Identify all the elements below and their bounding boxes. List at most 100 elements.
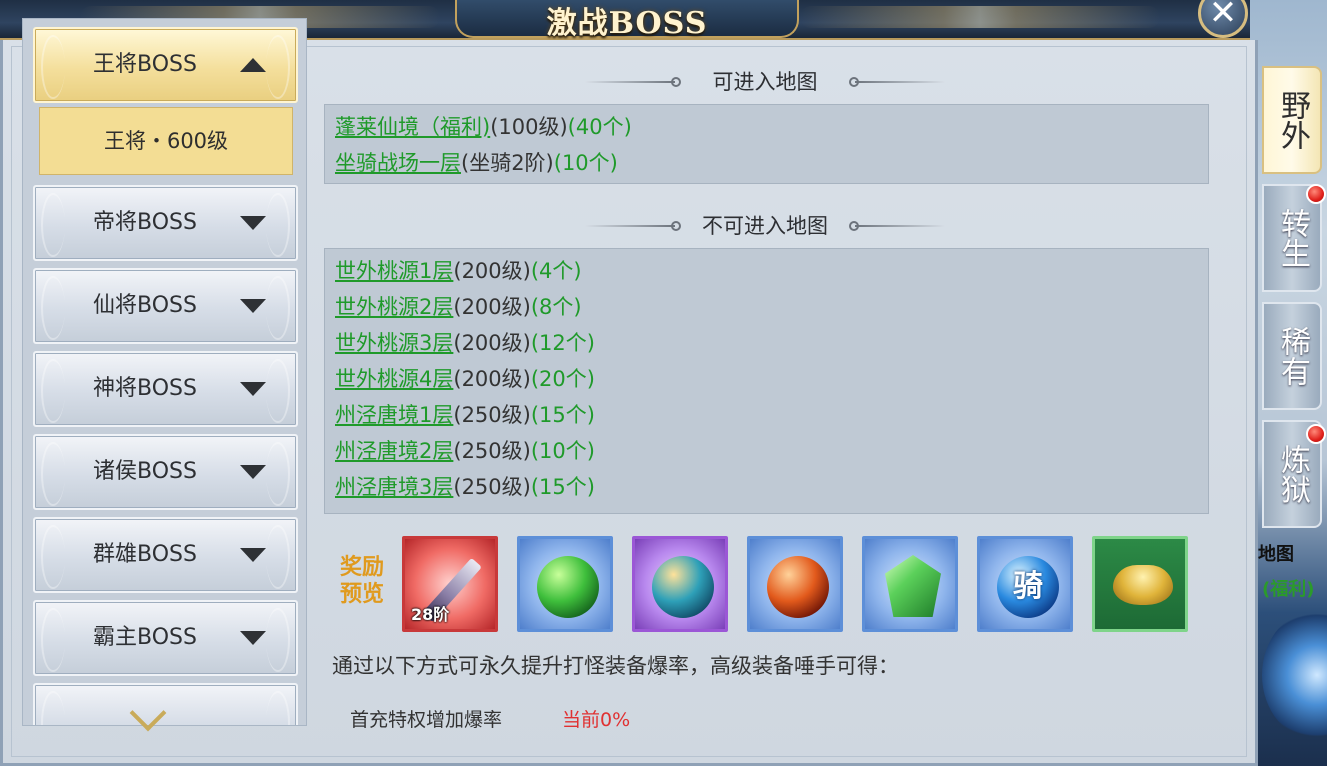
- menu-item-shenjiang-boss[interactable]: 神将BOSS: [33, 351, 298, 427]
- menu-decoration: [266, 442, 290, 506]
- menu-item-bazhu-boss[interactable]: 霸主BOSS: [33, 600, 298, 676]
- map-level: (坐骑2阶): [461, 151, 554, 175]
- fire-orb-icon: [767, 556, 829, 618]
- map-row: 世外桃源2层(200级)(8个): [325, 289, 1208, 325]
- accessible-maps-title: 可进入地图: [712, 70, 818, 94]
- menu-item-label: 神将BOSS: [93, 376, 197, 401]
- reward-slot-teal-orb[interactable]: [632, 536, 728, 632]
- map-row: 世外桃源4层(200级)(20个): [325, 361, 1208, 397]
- inaccessible-maps-title: 不可进入地图: [702, 214, 828, 238]
- map-boss-count: (10个): [530, 439, 595, 463]
- menu-item-qunxiong-boss[interactable]: 群雄BOSS: [33, 517, 298, 593]
- accessible-maps-heading: 可进入地图: [585, 67, 945, 97]
- menu-item-label: 群雄BOSS: [93, 542, 197, 567]
- menu-decoration: [41, 691, 65, 725]
- menu-decoration: [266, 359, 290, 423]
- reward-slot-sword[interactable]: 28阶: [402, 536, 498, 632]
- map-link[interactable]: 州泾唐境1层: [335, 403, 453, 427]
- expand-arrow-icon: [240, 465, 266, 479]
- inaccessible-maps-heading: 不可进入地图: [585, 211, 945, 241]
- first-recharge-privilege-label: 首充特权增加爆率: [350, 709, 503, 731]
- reward-slot-green-orb[interactable]: [517, 536, 613, 632]
- green-orb-icon: [537, 556, 599, 618]
- reward-preview-label: 奖励 预览: [332, 554, 392, 608]
- menu-decoration: [266, 608, 290, 672]
- map-row: 蓬莱仙境（福利)(100级)(40个): [325, 109, 1208, 145]
- menu-decoration: [266, 35, 290, 99]
- teal-orb-icon: [652, 556, 714, 618]
- inaccessible-maps-list[interactable]: 世外桃源1层(200级)(4个) 世外桃源2层(200级)(8个) 世外桃源3层…: [324, 248, 1209, 514]
- expand-arrow-icon: [240, 548, 266, 562]
- reward-label-line2: 预览: [339, 582, 384, 607]
- map-level: (250级): [453, 475, 531, 499]
- expand-arrow-icon: [240, 631, 266, 645]
- boss-category-list[interactable]: 王将BOSS 王将・600级 帝将BOSS 仙将BOSS 神将BOSS 诸侯BO…: [22, 18, 307, 726]
- menu-item-label: 霸主BOSS: [93, 625, 197, 650]
- accessible-maps-list: 蓬莱仙境（福利)(100级)(40个) 坐骑战场一层(坐骑2阶)(10个): [324, 104, 1209, 184]
- window-title: 激战BOSS: [546, 6, 708, 41]
- collapse-arrow-icon: [240, 58, 266, 72]
- map-link[interactable]: 世外桃源2层: [335, 295, 453, 319]
- menu-decoration: [266, 276, 290, 340]
- map-row: 世外桃源1层(200级)(4个): [325, 253, 1208, 289]
- reward-slot-mount-orb[interactable]: 骑: [977, 536, 1073, 632]
- tab-wild[interactable]: 野外: [1262, 66, 1322, 174]
- map-row: 世外桃源3层(200级)(12个): [325, 325, 1208, 361]
- heading-divider-left: [585, 225, 675, 227]
- heading-divider-left: [585, 81, 675, 83]
- menu-decoration: [266, 691, 290, 725]
- map-level: (250级): [453, 439, 531, 463]
- menu-item-partial[interactable]: [33, 683, 298, 725]
- expand-arrow-icon: [240, 216, 266, 230]
- heading-divider-right: [855, 81, 945, 83]
- map-boss-count: (10个): [553, 151, 618, 175]
- map-level: (200级): [453, 295, 531, 319]
- map-link[interactable]: 州泾唐境2层: [335, 439, 453, 463]
- map-boss-count: (4个): [530, 259, 582, 283]
- map-level: (200级): [453, 331, 531, 355]
- notification-badge: [1306, 424, 1326, 444]
- mount-orb-char: 骑: [1013, 569, 1043, 604]
- map-level: (250级): [453, 403, 531, 427]
- menu-item-dijiang-boss[interactable]: 帝将BOSS: [33, 185, 298, 261]
- reward-slot-gold-ingot[interactable]: [1092, 536, 1188, 632]
- map-link[interactable]: 州泾唐境3层: [335, 475, 453, 499]
- map-boss-count: (15个): [530, 403, 595, 427]
- map-boss-count: (12个): [530, 331, 595, 355]
- first-recharge-privilege-value: 当前0%: [562, 709, 631, 731]
- menu-item-label: 仙将BOSS: [93, 293, 197, 318]
- background-map-sublabel: (福利): [1262, 579, 1315, 600]
- menu-item-zhuhou-boss[interactable]: 诸侯BOSS: [33, 434, 298, 510]
- menu-item-label: 王将BOSS: [93, 52, 197, 77]
- reward-slot-green-gem[interactable]: [862, 536, 958, 632]
- map-row: 坐骑战场一层(坐骑2阶)(10个): [325, 145, 1208, 181]
- map-link[interactable]: 世外桃源4层: [335, 367, 453, 391]
- map-link[interactable]: 世外桃源3层: [335, 331, 453, 355]
- sub-item-wangjiang-600[interactable]: 王将・600级: [39, 107, 293, 175]
- menu-decoration: [266, 193, 290, 257]
- map-link[interactable]: 坐骑战场一层: [335, 151, 461, 175]
- map-row: 州泾唐境1层(250级)(15个): [325, 397, 1208, 433]
- background-map-label: 地图: [1258, 544, 1294, 565]
- map-row: 州泾唐境2层(250级)(10个): [325, 433, 1208, 469]
- reward-label-line1: 奖励: [339, 555, 384, 580]
- gold-ingot-icon: [1113, 565, 1173, 605]
- title-ornament-right: [800, 6, 1160, 28]
- reward-slot-fire-orb[interactable]: [747, 536, 843, 632]
- tab-rare[interactable]: 稀有: [1262, 302, 1322, 410]
- map-boss-count: (40个): [567, 115, 632, 139]
- map-level: (100级): [490, 115, 568, 139]
- map-link[interactable]: 蓬莱仙境（福利): [335, 115, 490, 139]
- menu-item-label: 诸侯BOSS: [93, 459, 197, 484]
- map-boss-count: (15个): [530, 475, 595, 499]
- expand-arrow-icon: [240, 299, 266, 313]
- map-level: (200级): [453, 367, 531, 391]
- map-level: (200级): [453, 259, 531, 283]
- map-link[interactable]: 世外桃源1层: [335, 259, 453, 283]
- menu-item-wangjiang-boss[interactable]: 王将BOSS: [33, 27, 298, 103]
- green-gem-icon: [885, 555, 941, 617]
- menu-item-label: 帝将BOSS: [93, 210, 197, 235]
- map-boss-count: (8个): [530, 295, 582, 319]
- menu-item-xianjiang-boss[interactable]: 仙将BOSS: [33, 268, 298, 344]
- heading-divider-right: [855, 225, 945, 227]
